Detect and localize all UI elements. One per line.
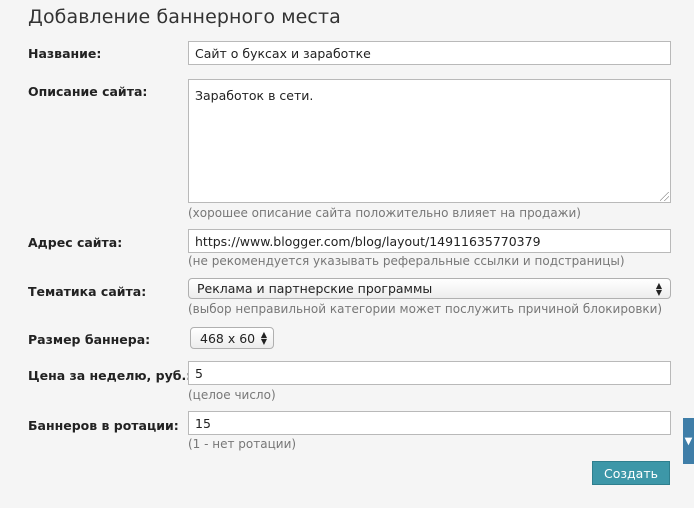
size-selected: 468 x 60 bbox=[200, 330, 256, 346]
description-value: Заработок в сети. bbox=[195, 88, 314, 103]
name-input-value: Сайт о буксах и заработке bbox=[195, 45, 371, 61]
topic-label: Тематика сайта: bbox=[28, 284, 147, 299]
url-label: Адрес сайта: bbox=[28, 235, 123, 250]
rotation-hint: (1 - нет ротации) bbox=[188, 437, 297, 451]
topic-select[interactable]: Реклама и партнерские программы ▲ ▼ bbox=[188, 278, 671, 299]
rotation-input-value: 15 bbox=[195, 415, 211, 431]
price-input[interactable]: 5 bbox=[188, 361, 671, 385]
description-label: Описание сайта: bbox=[28, 84, 148, 99]
side-tab[interactable]: ▼ bbox=[683, 418, 694, 464]
topic-hint: (выбор неправильной категории может посл… bbox=[188, 302, 663, 316]
name-input[interactable]: Сайт о буксах и заработке bbox=[188, 41, 671, 65]
size-label: Размер баннера: bbox=[28, 332, 151, 347]
url-hint: (не рекомендуется указывать реферальные … bbox=[188, 254, 625, 268]
name-label: Название: bbox=[28, 46, 102, 61]
url-input-value: https://www.blogger.com/blog/layout/1491… bbox=[195, 233, 541, 249]
rotation-input[interactable]: 15 bbox=[188, 411, 671, 435]
rotation-label: Баннеров в ротации: bbox=[28, 418, 179, 433]
description-textarea[interactable]: Заработок в сети. bbox=[188, 79, 671, 203]
updown-arrows-icon: ▲ ▼ bbox=[260, 330, 267, 346]
create-button[interactable]: Создать bbox=[592, 461, 670, 485]
price-label: Цена за неделю, руб.: bbox=[28, 368, 192, 383]
resize-handle-icon[interactable] bbox=[660, 192, 669, 201]
topic-selected: Реклама и партнерские программы bbox=[197, 281, 433, 296]
updown-arrows-icon: ▲ ▼ bbox=[655, 280, 662, 297]
chevron-down-icon: ▼ bbox=[684, 435, 693, 447]
size-select[interactable]: 468 x 60 ▲ ▼ bbox=[190, 327, 274, 349]
price-hint: (целое число) bbox=[188, 388, 276, 402]
page-title: Добавление баннерного места bbox=[28, 6, 341, 28]
url-input[interactable]: https://www.blogger.com/blog/layout/1491… bbox=[188, 229, 671, 253]
description-hint: (хорошее описание сайта положительно вли… bbox=[188, 206, 581, 220]
price-input-value: 5 bbox=[195, 365, 203, 381]
